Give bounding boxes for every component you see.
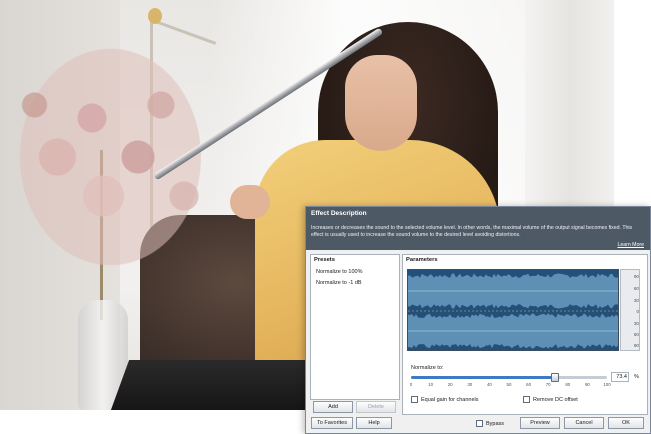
effect-description-panel: Effect Description Increases or decrease… bbox=[306, 207, 650, 250]
checkbox-box[interactable] bbox=[476, 420, 483, 427]
slider-tick-label: 70 bbox=[545, 382, 551, 387]
normalize-label: Normalize to: bbox=[411, 365, 444, 371]
waveform-display[interactable] bbox=[407, 269, 619, 351]
remove-dc-label: Remove DC offset bbox=[533, 396, 578, 403]
add-preset-button[interactable]: Add bbox=[313, 401, 353, 413]
delete-preset-button[interactable]: Delete bbox=[356, 401, 396, 413]
bed-knob bbox=[148, 8, 162, 24]
slider-tick-label: 20 bbox=[447, 382, 453, 387]
preview-button[interactable]: Preview bbox=[520, 417, 560, 429]
parameters-panel: Parameters 90 60 30 0 30 60 90 Normalize… bbox=[402, 254, 648, 415]
waveform-graph bbox=[408, 273, 618, 349]
normalize-unit: % bbox=[634, 374, 639, 380]
scale-tick: 60 bbox=[633, 332, 639, 337]
checkbox-box[interactable] bbox=[523, 396, 530, 403]
normalize-slider[interactable] bbox=[411, 373, 607, 382]
slider-tick-label: 0 bbox=[409, 382, 413, 387]
scale-tick: 90 bbox=[633, 343, 639, 348]
person-hand bbox=[230, 185, 270, 219]
dialog-footer: To Favorites Help Bypass Preview Cancel … bbox=[306, 417, 650, 433]
normalize-value-field[interactable]: 73.4 bbox=[611, 372, 629, 382]
slider-thumb[interactable] bbox=[550, 373, 559, 382]
slider-tick-label: 100 bbox=[603, 382, 611, 387]
presets-panel: Presets Normalize to 100% Normalize to -… bbox=[310, 254, 400, 400]
cancel-button[interactable]: Cancel bbox=[564, 417, 604, 429]
bypass-label: Bypass bbox=[486, 420, 505, 427]
flower-bouquet bbox=[0, 40, 230, 300]
scale-tick: 0 bbox=[636, 309, 639, 314]
slider-tick-label: 80 bbox=[565, 382, 571, 387]
slider-tick-label: 40 bbox=[486, 382, 492, 387]
slider-scale: 0 10 20 30 40 50 60 70 80 90 100 bbox=[409, 382, 611, 390]
parameters-header: Parameters bbox=[406, 257, 438, 263]
equal-gain-checkbox[interactable]: Equal gain for channels bbox=[411, 396, 478, 403]
checkbox-box[interactable] bbox=[411, 396, 418, 403]
slider-tick-label: 60 bbox=[526, 382, 532, 387]
equal-gain-label: Equal gain for channels bbox=[421, 396, 479, 403]
slider-tick-label: 50 bbox=[506, 382, 512, 387]
slider-fill bbox=[411, 376, 555, 379]
db-scale: 90 60 30 0 30 60 90 bbox=[620, 269, 640, 351]
slider-tick-label: 90 bbox=[584, 382, 590, 387]
ok-button[interactable]: OK bbox=[608, 417, 644, 429]
remove-dc-checkbox[interactable]: Remove DC offset bbox=[523, 396, 578, 403]
preset-item[interactable]: Normalize to -1 dB bbox=[313, 278, 397, 289]
bypass-checkbox[interactable]: Bypass bbox=[476, 420, 504, 427]
learn-more-link[interactable]: Learn More bbox=[617, 242, 644, 248]
slider-tick-label: 30 bbox=[467, 382, 473, 387]
scale-tick: 30 bbox=[633, 321, 639, 326]
preset-item[interactable]: Normalize to 100% bbox=[313, 267, 397, 278]
slider-tick-label: 10 bbox=[428, 382, 434, 387]
effect-description-text: Increases or decreases the sound to the … bbox=[311, 225, 633, 238]
presets-header: Presets bbox=[314, 257, 335, 263]
effect-description-title: Effect Description bbox=[311, 210, 367, 217]
scale-tick: 90 bbox=[633, 274, 639, 279]
help-button[interactable]: Help bbox=[356, 417, 392, 429]
scale-tick: 60 bbox=[633, 286, 639, 291]
preset-list: Normalize to 100% Normalize to -1 dB bbox=[313, 267, 397, 289]
person-face bbox=[345, 55, 417, 151]
scale-tick: 30 bbox=[633, 298, 639, 303]
to-favorites-button[interactable]: To Favorites bbox=[311, 417, 353, 429]
normalize-dialog: Effect Description Increases or decrease… bbox=[305, 206, 651, 434]
